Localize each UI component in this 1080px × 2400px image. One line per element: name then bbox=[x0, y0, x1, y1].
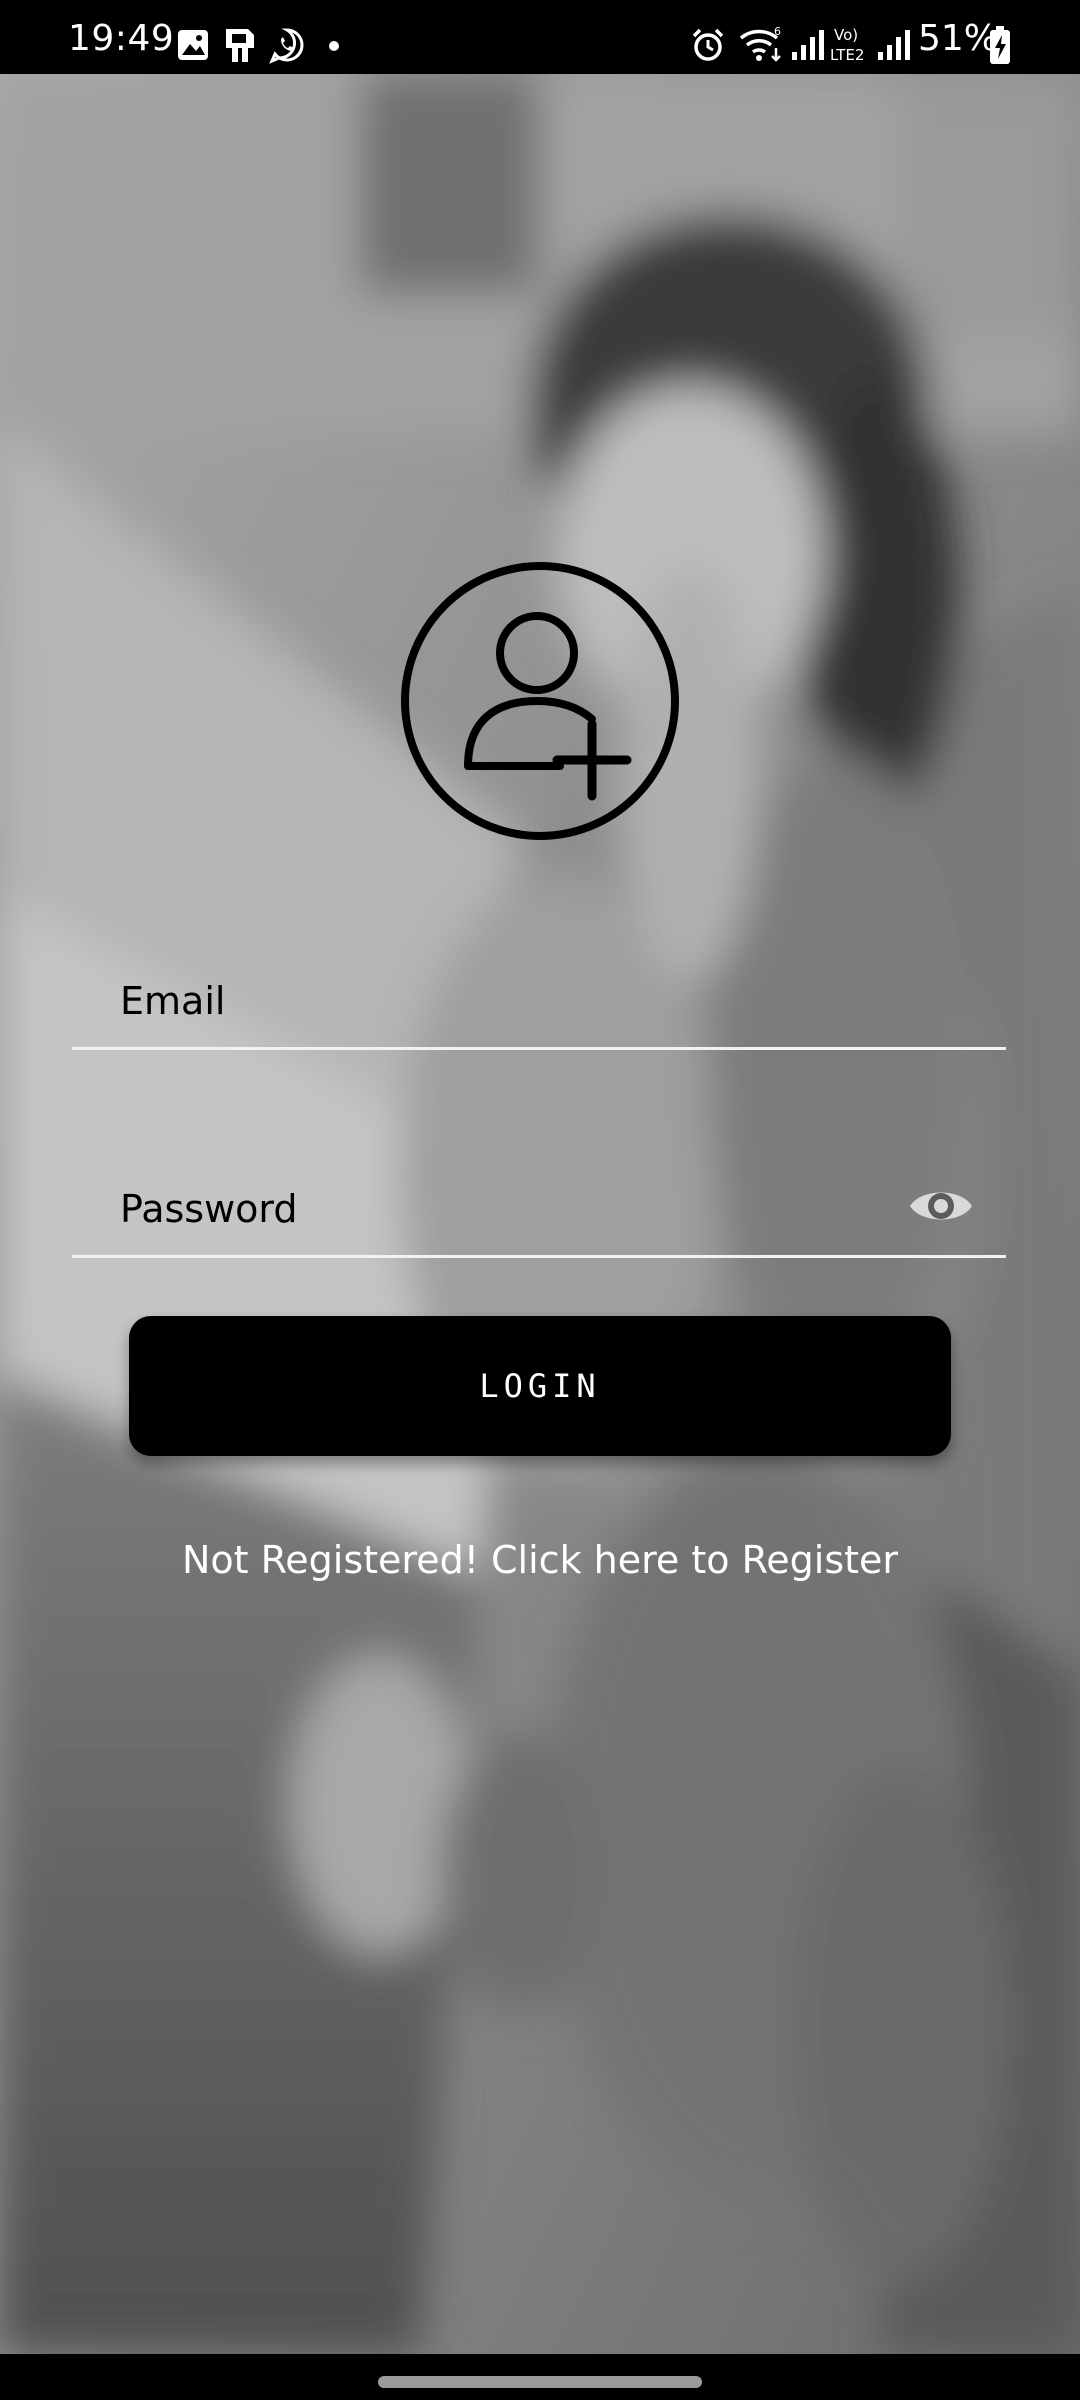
eye-icon[interactable] bbox=[907, 1178, 975, 1234]
password-input[interactable] bbox=[118, 1158, 902, 1260]
register-link[interactable]: Not Registered! Click here to Register bbox=[0, 1535, 1080, 1585]
gallery-icon bbox=[178, 30, 208, 60]
whatsapp-icon bbox=[269, 28, 304, 64]
status-time: 19:49 bbox=[68, 18, 175, 59]
password-underline bbox=[72, 1255, 1006, 1258]
email-field[interactable] bbox=[72, 950, 1006, 1052]
battery-percentage: 51% bbox=[918, 18, 999, 59]
home-gesture-handle[interactable] bbox=[378, 2376, 702, 2388]
password-field[interactable] bbox=[72, 1158, 1006, 1260]
svg-text:LTE2: LTE2 bbox=[830, 46, 864, 64]
navigation-bar bbox=[0, 2354, 1080, 2400]
email-input[interactable] bbox=[118, 950, 902, 1052]
status-bar: 19:49 6 Vo) LTE2 51% bbox=[0, 0, 1080, 74]
svg-text:6: 6 bbox=[774, 25, 781, 38]
email-underline bbox=[72, 1047, 1006, 1050]
login-screen: 19:49 6 Vo) LTE2 51% Email LOGIN Not Reg… bbox=[0, 0, 1080, 2400]
login-button[interactable]: LOGIN bbox=[129, 1316, 951, 1456]
signal-icon bbox=[878, 30, 910, 60]
alarm-icon bbox=[692, 28, 724, 61]
battery-charging-icon bbox=[990, 26, 1010, 64]
notification-dot-icon bbox=[329, 41, 339, 51]
add-user-icon bbox=[401, 562, 679, 840]
signal-icon bbox=[792, 30, 824, 60]
volte-icon: Vo) LTE2 bbox=[830, 26, 864, 64]
wifi-icon: 6 bbox=[739, 25, 781, 62]
sim-card-icon bbox=[226, 29, 254, 62]
svg-text:Vo): Vo) bbox=[834, 26, 858, 44]
